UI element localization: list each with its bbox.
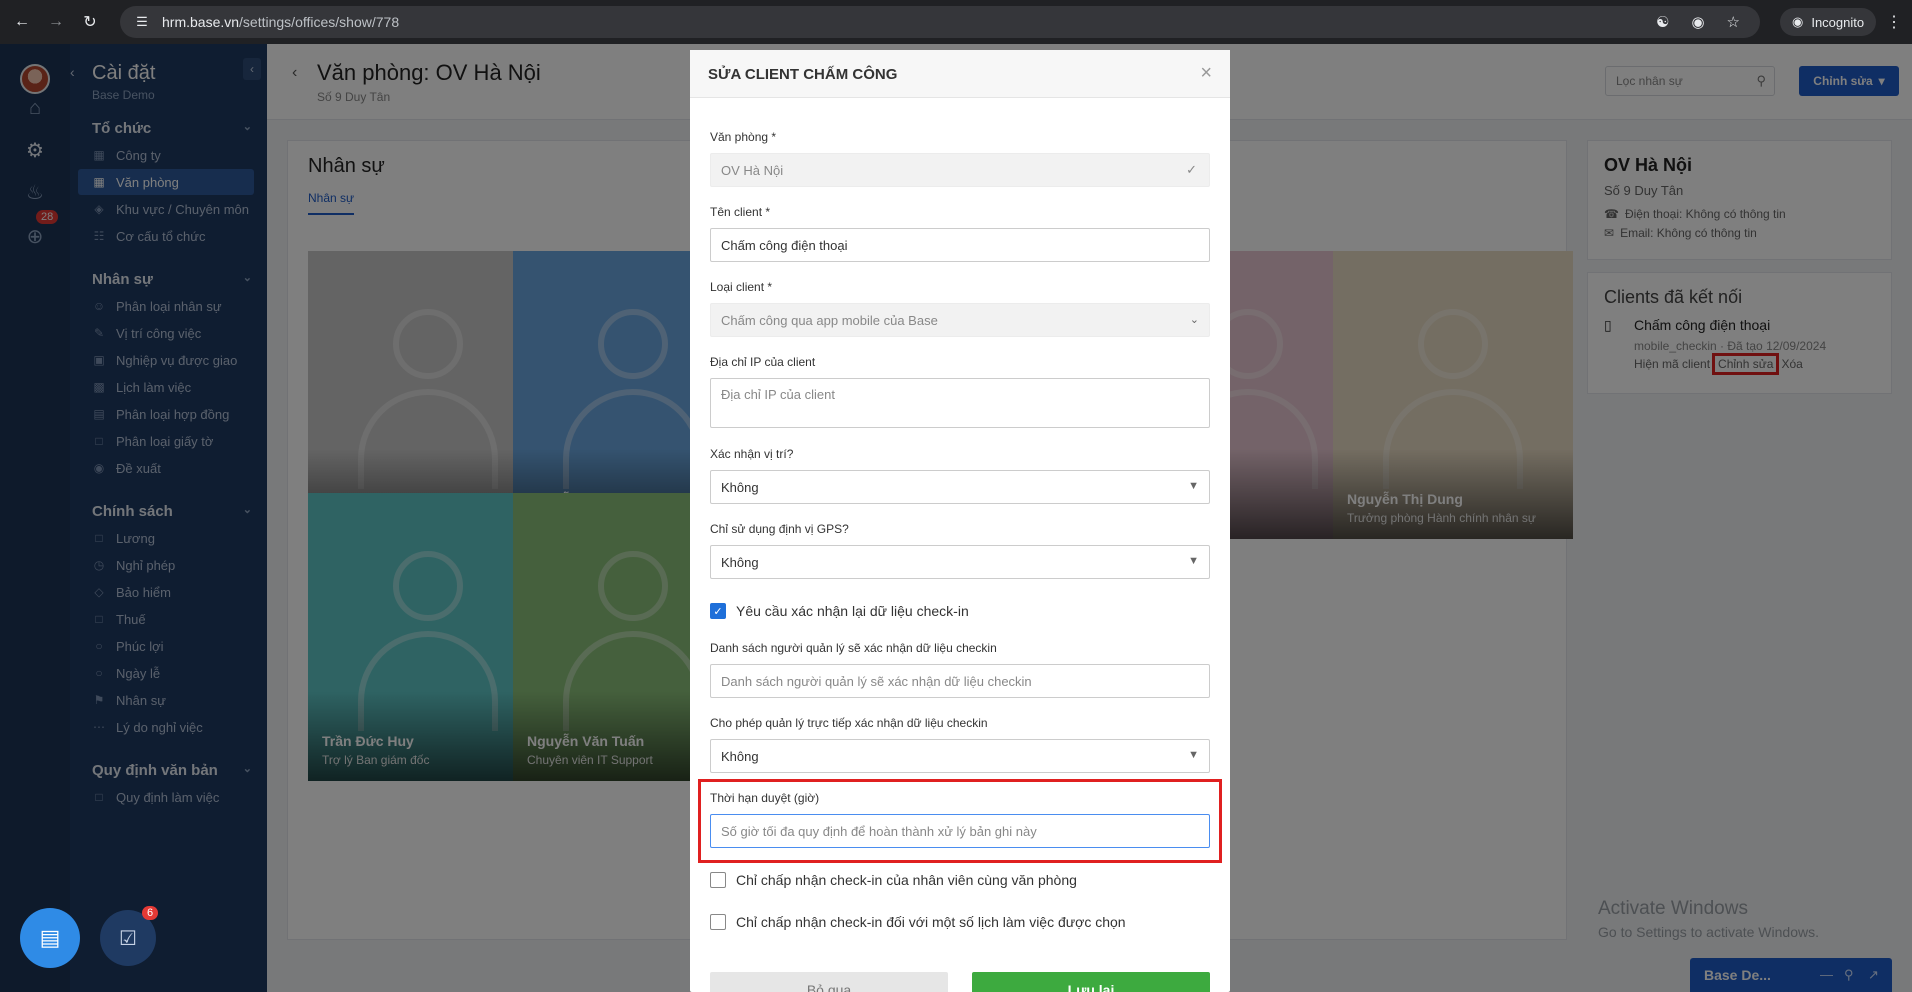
ip-textarea[interactable]: Địa chỉ IP của client	[710, 378, 1210, 428]
managers-label: Danh sách người quản lý sẽ xác nhận dữ l…	[710, 641, 997, 655]
chevron-down-icon: ▼	[1188, 555, 1199, 567]
ip-label: Địa chỉ IP của client	[710, 355, 816, 369]
direct-manager-select[interactable]: Không ▼	[710, 739, 1210, 773]
reload-icon[interactable]: ↻	[78, 10, 102, 34]
chat-icon: ▤	[39, 925, 61, 950]
confirm-location-select[interactable]: Không ▼	[710, 470, 1210, 504]
address-bar[interactable]: ☰ hrm.base.vn/settings/offices/show/778 …	[120, 6, 1760, 38]
chevron-down-icon: ⌄	[1189, 314, 1199, 326]
incognito-label: Incognito	[1811, 14, 1865, 30]
site-info-icon[interactable]: ☰	[134, 14, 150, 30]
same-office-checkbox[interactable]	[710, 872, 726, 888]
chat-bubble-button[interactable]: ▤	[20, 908, 80, 968]
same-office-row[interactable]: Chỉ chấp nhận check-in của nhân viên cùn…	[710, 872, 1077, 888]
confirm-location-label: Xác nhận vị trí?	[710, 447, 794, 461]
browser-toolbar: ← → ↻ ☰ hrm.base.vn/settings/offices/sho…	[0, 0, 1912, 44]
task-button[interactable]: ☑ 6	[100, 906, 159, 966]
office-label: Văn phòng *	[710, 130, 777, 144]
client-type-label: Loại client *	[710, 280, 773, 294]
check-icon: ✓	[1186, 162, 1197, 177]
back-arrow-icon[interactable]: ←	[10, 10, 34, 34]
edit-client-modal: SỬA CLIENT CHẤM CÔNG × Văn phòng * OV Hà…	[690, 50, 1230, 992]
cancel-button[interactable]: Bỏ qua	[710, 972, 948, 992]
gps-only-select[interactable]: Không ▼	[710, 545, 1210, 579]
require-confirm-checkbox[interactable]: ✓	[710, 603, 726, 619]
deadline-hours-input[interactable]: Số giờ tối đa quy định để hoàn thành xử …	[710, 814, 1210, 848]
client-type-select: Chấm công qua app mobile của Base ⌄	[710, 303, 1210, 337]
schedules-checkbox[interactable]	[710, 914, 726, 930]
deadline-label: Thời hạn duyệt (giờ)	[710, 791, 820, 805]
incognito-icon: ◉	[1792, 14, 1804, 29]
task-badge: 6	[142, 906, 159, 920]
save-button[interactable]: Lưu lại	[972, 972, 1210, 992]
clipboard-check-icon: ☑	[119, 927, 137, 950]
schedules-row[interactable]: Chỉ chấp nhận check-in đối với một số lị…	[710, 914, 1126, 930]
modal-header: SỬA CLIENT CHẤM CÔNG ×	[690, 50, 1230, 98]
browser-menu-icon[interactable]: ⋮	[1886, 12, 1902, 32]
chevron-down-icon: ▼	[1188, 480, 1199, 492]
translate-icon[interactable]: ☯	[1656, 13, 1669, 31]
require-confirm-row[interactable]: ✓ Yêu cầu xác nhận lại dữ liệu check-in	[710, 603, 969, 619]
modal-title: SỬA CLIENT CHẤM CÔNG	[708, 66, 898, 83]
close-icon[interactable]: ×	[1200, 62, 1212, 85]
direct-manager-label: Cho phép quản lý trực tiếp xác nhận dữ l…	[710, 716, 988, 730]
incognito-indicator[interactable]: ◉ Incognito	[1780, 8, 1877, 36]
eye-off-icon[interactable]: ◉	[1691, 13, 1704, 31]
office-field: OV Hà Nội ✓	[710, 153, 1210, 187]
bookmark-star-icon[interactable]: ☆	[1727, 13, 1740, 31]
client-name-input[interactable]: Chấm công điện thoại	[710, 228, 1210, 262]
managers-input[interactable]: Danh sách người quản lý sẽ xác nhận dữ l…	[710, 664, 1210, 698]
chevron-down-icon: ▼	[1188, 749, 1199, 761]
gps-only-label: Chỉ sử dụng định vị GPS?	[710, 522, 849, 536]
forward-arrow-icon[interactable]: →	[44, 10, 68, 34]
url-text: hrm.base.vn/settings/offices/show/778	[162, 14, 400, 30]
client-name-label: Tên client *	[710, 205, 771, 219]
